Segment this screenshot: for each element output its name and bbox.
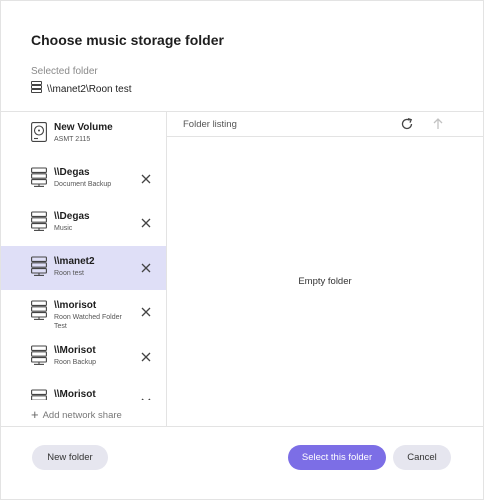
source-item[interactable]: \\manet2 Roon test (1, 245, 166, 290)
close-icon[interactable] (139, 172, 153, 186)
server-icon (31, 166, 47, 187)
choose-folder-dialog: Choose music storage folder Selected fol… (0, 0, 484, 500)
empty-folder-message: Empty folder (298, 276, 352, 287)
folder-browser: \\Morisot \\Morisot Roon Backup \\morisot Ro… (1, 111, 483, 427)
disk-icon (31, 122, 47, 142)
source-item[interactable]: \\morisot Roon Watched Folder Test (1, 290, 166, 334)
server-icon (31, 344, 47, 365)
close-icon[interactable] (139, 350, 153, 364)
close-icon[interactable] (139, 216, 153, 230)
folder-listing-title: Folder listing (183, 119, 237, 130)
selected-folder-label: Selected folder (31, 66, 98, 77)
source-subtitle: Roon Backup (54, 358, 97, 366)
add-network-share-button[interactable]: + Add network share (31, 407, 122, 422)
close-icon[interactable] (139, 305, 153, 319)
source-name: \\Degas (54, 166, 90, 178)
source-name: \\Morisot (54, 344, 96, 356)
close-icon[interactable] (139, 261, 153, 275)
dialog-title: Choose music storage folder (31, 32, 224, 48)
source-subtitle: Music (54, 225, 73, 232)
source-item[interactable]: \\Morisot Roon Backup (1, 335, 166, 379)
plus-icon: + (31, 407, 39, 422)
source-subtitle: ASMT 2115 (54, 136, 91, 143)
selected-folder-row: \\manet2\Roon test (31, 80, 132, 98)
source-subtitle: Roon test (54, 269, 84, 277)
folder-listing-header: Folder listing (167, 112, 483, 137)
source-subtitle: Roon Watched Folder Test (54, 314, 122, 330)
source-name: New Volume (54, 122, 113, 133)
add-network-share-label: Add network share (42, 409, 122, 421)
source-item[interactable]: New Volume ASMT 2115 (1, 112, 166, 156)
server-icon (31, 211, 47, 231)
source-item[interactable]: \\Degas Music (1, 201, 166, 245)
source-name: \\Morisot (54, 389, 96, 400)
server-icon (31, 300, 47, 320)
source-name: \\morisot (54, 300, 97, 311)
storage-source-list[interactable]: \\Morisot \\Morisot Roon Backup \\morisot Ro… (1, 112, 167, 426)
refresh-icon[interactable] (400, 117, 414, 131)
server-icon (31, 255, 47, 276)
source-name: \\Degas (54, 211, 90, 222)
arrow-up-icon (432, 117, 444, 131)
source-name: \\manet2 (54, 255, 95, 267)
server-icon (31, 80, 42, 98)
cancel-button[interactable]: Cancel (393, 445, 451, 470)
new-folder-button[interactable]: New folder (32, 445, 108, 470)
selected-folder-path: \\manet2\Roon test (47, 83, 132, 95)
source-subtitle: Document Backup (54, 180, 112, 188)
select-folder-button[interactable]: Select this folder (288, 445, 386, 470)
source-item[interactable]: \\Degas Document Backup (1, 157, 166, 201)
